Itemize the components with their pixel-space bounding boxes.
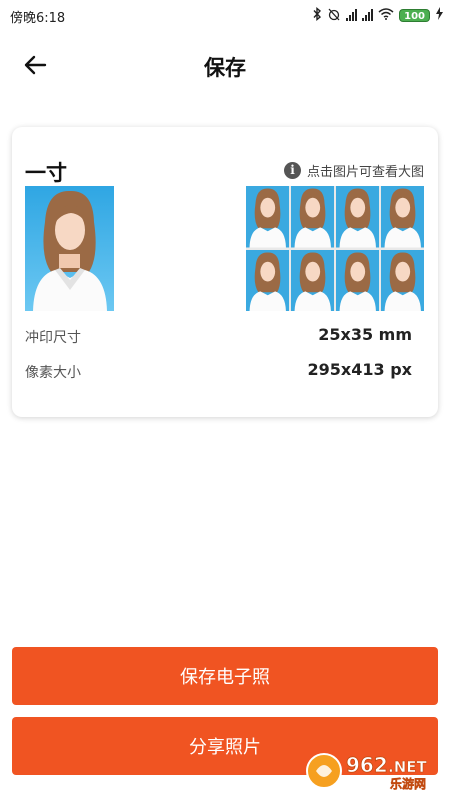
sheet-photo bbox=[381, 249, 424, 311]
site-watermark-logo: 962 .NET 乐游网 bbox=[304, 750, 446, 792]
sheet-photo bbox=[246, 186, 289, 248]
bluetooth-icon bbox=[312, 6, 322, 24]
status-time: 傍晚6:18 bbox=[10, 11, 66, 26]
sheet-photo bbox=[336, 249, 379, 311]
photo-info-card: 一寸 i 点击图片可查看大图 冲印尺寸 25x35 mm 像素大小 295x41 bbox=[12, 127, 438, 417]
sheet-photo bbox=[336, 186, 379, 248]
status-bar: 傍晚6:18 100 bbox=[0, 0, 450, 30]
print-size-label: 冲印尺寸 bbox=[25, 330, 81, 346]
battery-indicator: 100 bbox=[399, 8, 430, 22]
view-large-hint[interactable]: i 点击图片可查看大图 bbox=[283, 161, 424, 180]
view-large-hint-text: 点击图片可查看大图 bbox=[306, 165, 424, 180]
sheet-photo bbox=[291, 186, 334, 248]
sheet-photo bbox=[291, 249, 334, 311]
svg-text:962: 962 bbox=[346, 753, 388, 777]
status-icons: 100 bbox=[312, 6, 444, 24]
photo-print-sheet[interactable] bbox=[246, 186, 424, 311]
pixel-size-label: 像素大小 bbox=[25, 365, 81, 381]
alarm-off-icon bbox=[327, 7, 341, 24]
svg-text:乐游网: 乐游网 bbox=[390, 776, 426, 791]
print-size-value: 25x35 mm bbox=[318, 325, 412, 344]
page-title: 保存 bbox=[204, 56, 246, 80]
save-photo-button[interactable]: 保存电子照 bbox=[12, 647, 438, 705]
sheet-photo bbox=[381, 186, 424, 248]
sheet-photo bbox=[246, 249, 289, 311]
pixel-size-value: 295x413 px bbox=[307, 360, 412, 379]
signal-icon bbox=[346, 9, 358, 21]
charging-icon bbox=[435, 7, 444, 23]
title-bar: 保存 bbox=[0, 40, 450, 94]
id-photo-preview[interactable] bbox=[25, 186, 114, 311]
portrait-image bbox=[25, 186, 114, 311]
svg-text:.NET: .NET bbox=[388, 758, 427, 776]
info-icon: i bbox=[283, 162, 301, 179]
wifi-icon bbox=[378, 7, 394, 23]
signal-icon-2 bbox=[362, 9, 374, 21]
photo-size-name: 一寸 bbox=[25, 161, 67, 185]
